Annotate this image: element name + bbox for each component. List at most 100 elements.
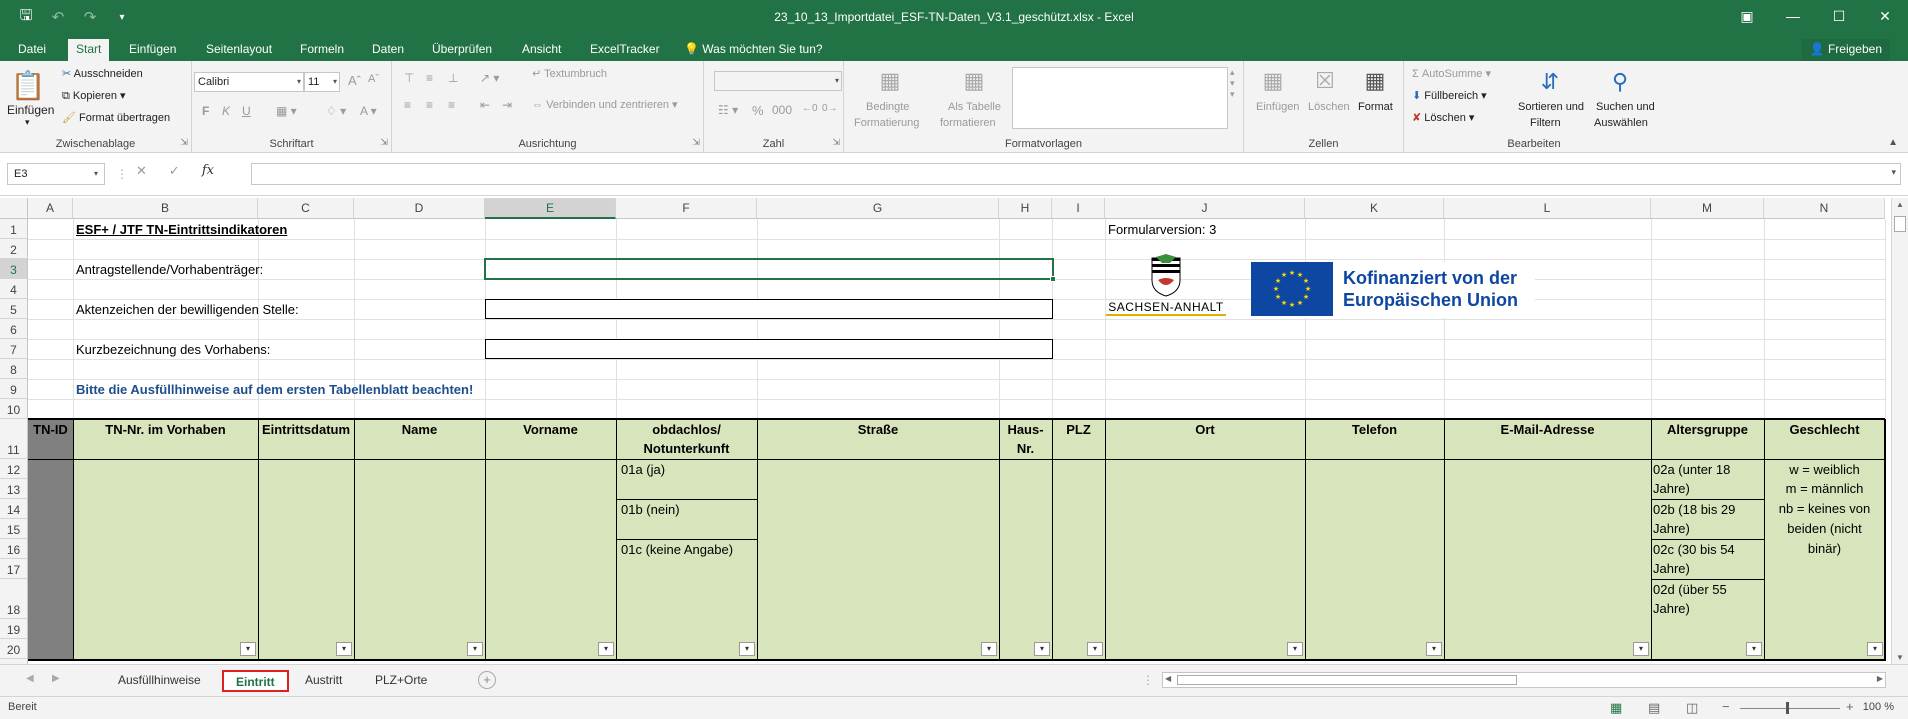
cell-b9-hint[interactable]: Bitte die Ausfüllhinweise auf dem ersten… <box>76 382 473 397</box>
decrease-indent-icon[interactable]: ⇤ <box>480 98 490 112</box>
zoom-in-icon[interactable]: + <box>1846 699 1854 714</box>
col-header-l[interactable]: L <box>1444 198 1651 219</box>
zoom-level[interactable]: 100 % <box>1863 701 1894 713</box>
zoom-out-icon[interactable]: − <box>1722 699 1730 714</box>
insert-function-icon[interactable]: fx <box>202 163 214 179</box>
find-select-icon[interactable]: ⚲ <box>1602 65 1638 99</box>
sheet-next-icon[interactable]: ▶ <box>52 673 60 684</box>
tab-ansicht[interactable]: Ansicht <box>514 39 569 61</box>
percent-icon[interactable]: % <box>752 103 764 118</box>
header-hausnr-line2[interactable]: Nr. <box>999 439 1052 459</box>
formula-input[interactable] <box>251 163 1901 185</box>
tab-formeln[interactable]: Formeln <box>292 39 352 61</box>
underline-button[interactable]: U <box>242 104 251 118</box>
align-center-icon[interactable]: ≡ <box>426 98 433 112</box>
row-header-16[interactable]: 16 <box>0 539 28 559</box>
cell-b5-label[interactable]: Aktenzeichen der bewilligenden Stelle: <box>76 302 299 317</box>
filter-dropdown-j-icon[interactable]: ▾ <box>1287 642 1303 656</box>
sheet-tab-eintritt[interactable]: Eintritt <box>222 670 289 692</box>
align-left-icon[interactable]: ≡ <box>404 98 411 112</box>
filter-dropdown-i-icon[interactable]: ▾ <box>1087 642 1103 656</box>
row-header-8[interactable]: 8 <box>0 359 28 379</box>
italic-button[interactable]: K <box>222 104 230 118</box>
gallery-scroll-icon[interactable]: ▴ ▾ ▾ <box>1230 67 1235 100</box>
col-header-n[interactable]: N <box>1764 198 1885 219</box>
filter-dropdown-b-icon[interactable]: ▾ <box>240 642 256 656</box>
filter-dropdown-n-icon[interactable]: ▾ <box>1867 642 1883 656</box>
header-strasse[interactable]: Straße <box>757 420 999 440</box>
filter-dropdown-k-icon[interactable]: ▾ <box>1426 642 1442 656</box>
row-header-14[interactable]: 14 <box>0 499 28 519</box>
tab-daten[interactable]: Daten <box>364 39 412 61</box>
header-tn-nr[interactable]: TN-Nr. im Vorhaben <box>73 420 258 440</box>
increase-decimal-icon[interactable]: ←0 <box>802 103 818 114</box>
sort-filter-icon[interactable]: ⇵ <box>1532 65 1568 99</box>
increase-indent-icon[interactable]: ⇥ <box>502 98 512 112</box>
currency-icon[interactable]: ☷ ▾ <box>718 103 738 117</box>
sheet-tab-ausfuellhinweise[interactable]: Ausfüllhinweise <box>106 670 213 692</box>
header-telefon[interactable]: Telefon <box>1305 420 1444 440</box>
merge-center-button[interactable]: ⇔ Verbinden und zentrieren ▾ <box>532 98 678 111</box>
collapse-ribbon-icon[interactable]: ▲ <box>1888 137 1898 148</box>
aktenzeichen-input[interactable] <box>485 299 1053 319</box>
format-as-table-label1[interactable]: Als Tabelle <box>948 101 1001 113</box>
name-box[interactable]: E3 ▾ <box>7 163 105 185</box>
filter-dropdown-g-icon[interactable]: ▾ <box>981 642 997 656</box>
tab-start[interactable]: Start <box>68 39 110 61</box>
expand-formula-icon[interactable]: ▾ <box>1891 167 1896 178</box>
sheet-tab-austritt[interactable]: Austritt <box>293 670 354 692</box>
sort-filter-label1[interactable]: Sortieren und <box>1518 101 1584 113</box>
header-altersgruppe[interactable]: Altersgruppe <box>1651 420 1764 440</box>
enter-icon[interactable]: ✓ <box>169 163 180 179</box>
delete-cells-icon[interactable]: ☒ <box>1310 65 1340 97</box>
header-name[interactable]: Name <box>354 420 485 440</box>
zoom-slider[interactable] <box>1740 708 1840 709</box>
cut-button[interactable]: ✂ Ausschneiden <box>62 67 143 80</box>
col-header-d[interactable]: D <box>354 198 485 219</box>
filter-dropdown-c-icon[interactable]: ▾ <box>336 642 352 656</box>
scroll-up-icon[interactable]: ▲ <box>1896 200 1904 209</box>
delete-cells-button[interactable]: Löschen <box>1308 101 1350 113</box>
antragsteller-input-selected[interactable] <box>484 258 1056 282</box>
header-hausnr-line1[interactable]: Haus- <box>999 420 1052 440</box>
copy-button[interactable]: ⧉ Kopieren ▾ <box>62 89 126 103</box>
row-header-19[interactable]: 19 <box>0 619 28 639</box>
paste-dropdown-icon[interactable]: ▾ <box>25 117 30 128</box>
share-button[interactable]: 👤 Freigeben <box>1801 39 1890 61</box>
row-header-5[interactable]: 5 <box>0 299 28 319</box>
header-tn-id[interactable]: TN-ID <box>28 420 73 440</box>
tab-einfuegen[interactable]: Einfügen <box>121 39 184 61</box>
col-header-i[interactable]: I <box>1052 198 1105 219</box>
select-all-corner[interactable] <box>0 198 28 219</box>
font-size-select[interactable]: 11 ▾ <box>304 72 340 92</box>
align-middle-icon[interactable]: ≡ <box>426 71 433 85</box>
col-header-f[interactable]: F <box>616 198 757 219</box>
sheet-prev-icon[interactable]: ◀ <box>26 673 34 684</box>
decrease-decimal-icon[interactable]: 0→ <box>822 103 838 114</box>
col-header-m[interactable]: M <box>1651 198 1764 219</box>
col-header-g[interactable]: G <box>757 198 999 219</box>
conditional-formatting-icon[interactable]: ▦ <box>872 65 908 97</box>
col-header-j[interactable]: J <box>1105 198 1305 219</box>
alignment-launcher-icon[interactable]: ⇲ <box>692 137 700 148</box>
find-select-label2[interactable]: Auswählen <box>1594 117 1648 129</box>
row-header-12[interactable]: 12 <box>0 459 28 479</box>
increase-font-icon[interactable]: Aˆ <box>348 73 361 88</box>
filter-dropdown-e-icon[interactable]: ▾ <box>598 642 614 656</box>
header-plz[interactable]: PLZ <box>1052 420 1105 440</box>
fill-color-icon[interactable]: ♢ ▾ <box>326 104 346 118</box>
fill-button[interactable]: ⬇ Füllbereich ▾ <box>1412 89 1487 102</box>
col-header-c[interactable]: C <box>258 198 354 219</box>
row-header-4[interactable]: 4 <box>0 279 28 299</box>
paste-button[interactable]: Einfügen <box>7 103 54 117</box>
borders-icon[interactable]: ▦ ▾ <box>276 104 297 118</box>
number-format-select[interactable]: ▾ <box>714 71 842 91</box>
number-launcher-icon[interactable]: ⇲ <box>832 137 840 148</box>
align-top-icon[interactable]: ⊤ <box>404 71 414 85</box>
row-header-18[interactable]: 18 <box>0 579 28 619</box>
thousands-separator-icon[interactable]: 000 <box>772 103 792 117</box>
paste-icon[interactable]: 📋 <box>10 67 46 103</box>
row-header-6[interactable]: 6 <box>0 319 28 339</box>
close-icon[interactable]: ✕ <box>1862 0 1908 32</box>
insert-cells-button[interactable]: Einfügen <box>1256 101 1299 113</box>
